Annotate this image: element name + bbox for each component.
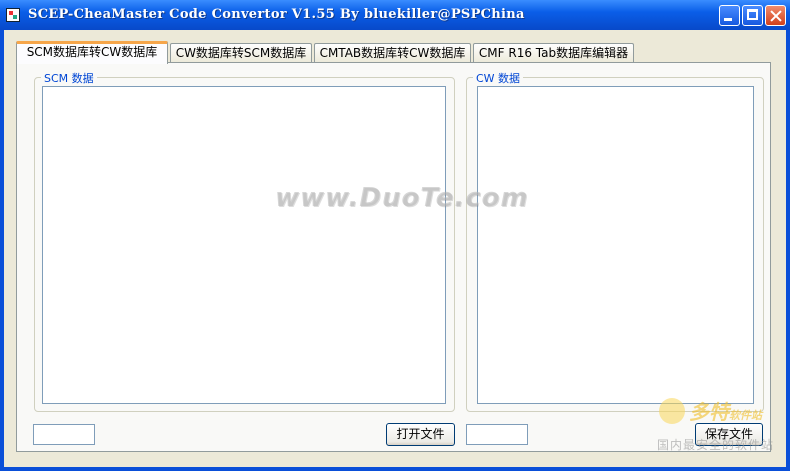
minimize-icon[interactable] (719, 5, 740, 26)
cw-group-label: CW 数据 (473, 70, 524, 86)
window-title: SCEP-CheaMaster Code Convertor V1.55 By … (28, 7, 525, 22)
app-icon[interactable] (6, 8, 20, 22)
tab-cmtab-to-cw[interactable]: CMTAB数据库转CW数据库 (314, 43, 471, 63)
scm-data-group: SCM 数据 (34, 70, 455, 412)
close-icon[interactable] (765, 5, 786, 26)
scm-data-textarea[interactable] (42, 86, 446, 404)
save-file-button[interactable]: 保存文件 (695, 423, 763, 446)
tab-panel: SCM 数据 CW 数据 打开文件 保存文件 (16, 62, 771, 452)
open-file-button[interactable]: 打开文件 (386, 423, 455, 446)
maximize-icon[interactable] (742, 5, 763, 26)
scm-group-label: SCM 数据 (41, 70, 97, 86)
scm-path-textbox[interactable] (33, 424, 95, 445)
tab-cw-to-scm[interactable]: CW数据库转SCM数据库 (170, 43, 312, 63)
tab-scm-to-cw[interactable]: SCM数据库转CW数据库 (16, 41, 168, 64)
tab-cmf-r16-editor[interactable]: CMF R16 Tab数据库编辑器 (473, 43, 634, 63)
cw-data-textarea[interactable] (477, 86, 754, 404)
title-bar[interactable]: SCEP-CheaMaster Code Convertor V1.55 By … (0, 0, 790, 30)
cw-data-group: CW 数据 (466, 70, 764, 412)
cw-path-textbox[interactable] (466, 424, 528, 445)
client-area: SCM数据库转CW数据库 CW数据库转SCM数据库 CMTAB数据库转CW数据库… (4, 30, 786, 467)
app-window: SCEP-CheaMaster Code Convertor V1.55 By … (0, 0, 790, 471)
